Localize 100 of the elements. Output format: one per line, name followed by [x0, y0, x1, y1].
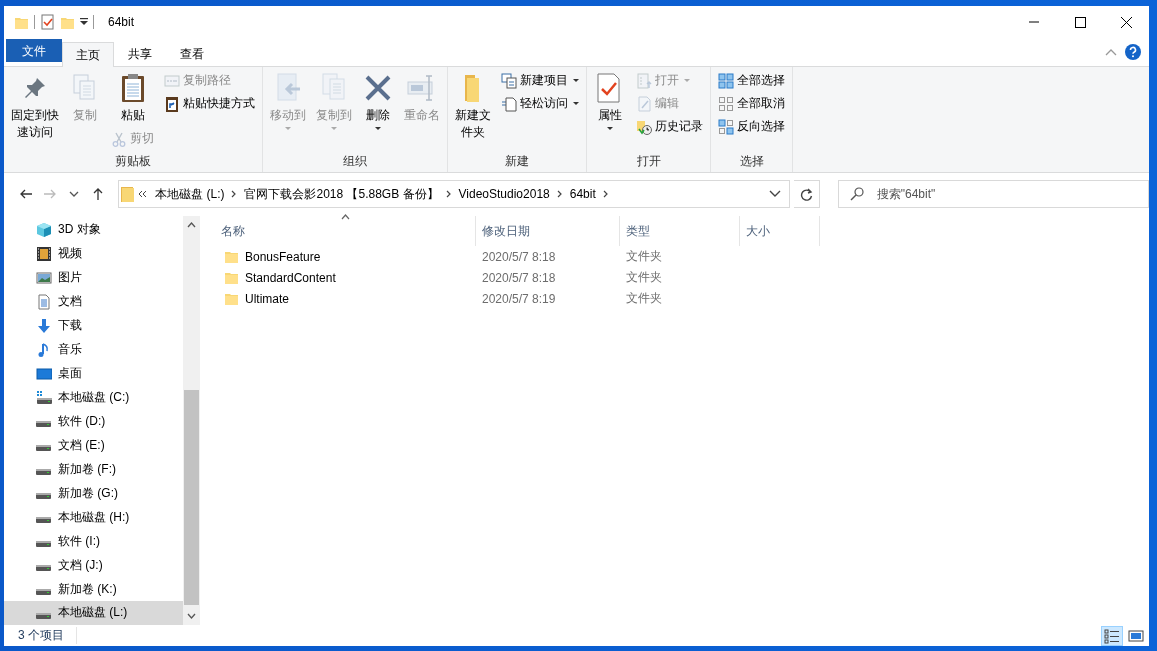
group-label: 选择	[738, 153, 765, 170]
ribbon-button[interactable]: 固定到快速访问	[8, 70, 62, 143]
drive-icon	[36, 589, 51, 596]
caret-icon	[607, 127, 613, 130]
drive-icon	[36, 421, 51, 428]
file-name[interactable]: BonusFeature	[214, 249, 476, 264]
ribbon-small-button[interactable]: 粘贴快捷方式	[161, 93, 258, 114]
column-header[interactable]: 名称	[214, 216, 476, 246]
scroll-up-icon[interactable]	[187, 222, 196, 228]
sidebar-item[interactable]: 本地磁盘 (H:)	[4, 505, 183, 530]
ribbon-button[interactable]: 属性	[591, 70, 629, 132]
drive-icon	[36, 541, 51, 548]
overflow-chevron-icon[interactable]	[138, 190, 149, 198]
refresh-button[interactable]	[794, 180, 820, 208]
collapse-ribbon-icon[interactable]	[1105, 48, 1117, 56]
monitor-icon	[36, 365, 52, 382]
file-name[interactable]: StandardContent	[214, 270, 476, 285]
ribbon-tab[interactable]: 主页	[62, 42, 114, 67]
item-count: 3 个项目	[18, 627, 77, 644]
chevron-down-icon[interactable]	[769, 190, 782, 198]
ribbon-button[interactable]: 新建文件夹	[452, 70, 494, 143]
column-header[interactable]: 大小	[740, 216, 820, 246]
scrollbar[interactable]	[183, 216, 200, 625]
sidebar-item[interactable]: 3D 对象	[4, 218, 183, 242]
breadcrumb[interactable]: 本地磁盘 (L:)	[151, 185, 229, 203]
drive-icon	[36, 469, 51, 476]
drive-icon	[36, 493, 51, 500]
caret-icon	[573, 102, 579, 105]
chevron-right-icon[interactable]	[602, 190, 609, 198]
folder-icon	[224, 291, 239, 306]
file-name[interactable]: Ultimate	[214, 291, 476, 306]
edit-icon	[636, 95, 652, 112]
sidebar-item[interactable]: 新加卷 (F:)	[4, 457, 183, 482]
group-label: 新建	[504, 153, 530, 170]
ribbon-tab[interactable]: 共享	[114, 42, 166, 66]
table-cell-text: 2020/5/7 8:19	[481, 291, 557, 306]
sidebar-item[interactable]: 软件 (I:)	[4, 529, 183, 554]
shortcut-icon	[164, 95, 180, 112]
ribbon-tab[interactable]: 查看	[166, 42, 218, 66]
file-menu-tab[interactable]: 文件	[6, 39, 62, 62]
sidebar-item[interactable]: 文档 (J:)	[4, 553, 183, 578]
details-view-button[interactable]	[1101, 625, 1123, 646]
ribbon-small-button[interactable]: 新建项目	[498, 70, 582, 91]
easy-access-icon	[501, 95, 517, 112]
ribbon-small-button[interactable]: 反向选择	[715, 116, 788, 137]
ribbon-small-button[interactable]: 全部选择	[715, 70, 788, 91]
breadcrumb[interactable]: VideoStudio2018	[454, 187, 554, 201]
drive-icon	[36, 389, 52, 406]
ribbon-small-button[interactable]: 全部取消	[715, 93, 788, 114]
dropdown-icon[interactable]	[80, 18, 88, 26]
breadcrumb[interactable]: 64bit	[565, 187, 600, 201]
film-icon	[36, 245, 52, 262]
drive-icon	[36, 612, 51, 619]
sidebar-item[interactable]: 视频	[4, 241, 183, 266]
sidebar-item[interactable]: 本地磁盘 (C:)	[4, 385, 183, 410]
picture-icon	[36, 269, 52, 286]
refresh-icon[interactable]	[799, 187, 813, 201]
caret-icon	[573, 79, 579, 82]
sidebar-item[interactable]: 文档	[4, 289, 183, 314]
column-header[interactable]: 类型	[620, 216, 740, 246]
table-cell-text: 2020/5/7 8:18	[481, 249, 557, 264]
caret-icon	[285, 127, 291, 130]
close-icon[interactable]	[1120, 16, 1132, 28]
folder-icon	[119, 185, 136, 203]
sidebar-item[interactable]: 本地磁盘 (L:)	[4, 601, 183, 625]
column-header[interactable]: 修改日期	[476, 216, 620, 246]
group-label: 组织	[342, 153, 368, 170]
breadcrumb[interactable]: 官网下载会影2018 【5.88GB 备份】	[240, 185, 443, 203]
ribbon-button[interactable]: 删除	[359, 70, 397, 132]
caret-icon	[684, 79, 690, 82]
sidebar-item[interactable]: 桌面	[4, 361, 183, 386]
cube-icon	[36, 221, 52, 238]
history-icon	[636, 118, 652, 135]
ribbon-small-button[interactable]: 历史记录	[633, 116, 706, 137]
ribbon-small-button[interactable]: 轻松访问	[498, 93, 582, 114]
address-bar[interactable]: 本地磁盘 (L:) 官网下载会影2018 【5.88GB 备份】 VideoStudio2018 64bit	[118, 180, 791, 208]
chevron-right-icon[interactable]	[445, 190, 452, 198]
scrollbar-thumb[interactable]	[184, 390, 199, 605]
sidebar-item[interactable]: 图片	[4, 265, 183, 290]
table-cell-text: 文件夹	[625, 290, 663, 307]
down-arrow-icon	[36, 317, 52, 334]
sidebar-item[interactable]: 文档 (E:)	[4, 433, 183, 458]
maximize-icon[interactable]	[1074, 16, 1086, 28]
sidebar-item[interactable]: 音乐	[4, 337, 183, 362]
properties-icon[interactable]	[40, 14, 55, 30]
window-title: 64bit	[108, 15, 135, 29]
sidebar-item[interactable]: 软件 (D:)	[4, 409, 183, 434]
folder-icon	[224, 249, 239, 264]
search-field[interactable]: 搜索"64bit"	[837, 180, 1149, 208]
chevron-right-icon[interactable]	[231, 190, 238, 198]
help-icon[interactable]	[1125, 44, 1141, 60]
back-arrow-icon[interactable]	[19, 187, 33, 201]
chevron-right-icon[interactable]	[556, 190, 563, 198]
sidebar-item[interactable]: 新加卷 (K:)	[4, 577, 183, 601]
scroll-down-icon[interactable]	[187, 613, 196, 619]
sidebar-item[interactable]: 新加卷 (G:)	[4, 481, 183, 506]
ribbon-button[interactable]: 粘贴	[108, 70, 157, 126]
table-cell-text: 2020/5/7 8:18	[481, 270, 557, 285]
drive-icon	[36, 445, 51, 452]
sidebar-item[interactable]: 下载	[4, 313, 183, 338]
